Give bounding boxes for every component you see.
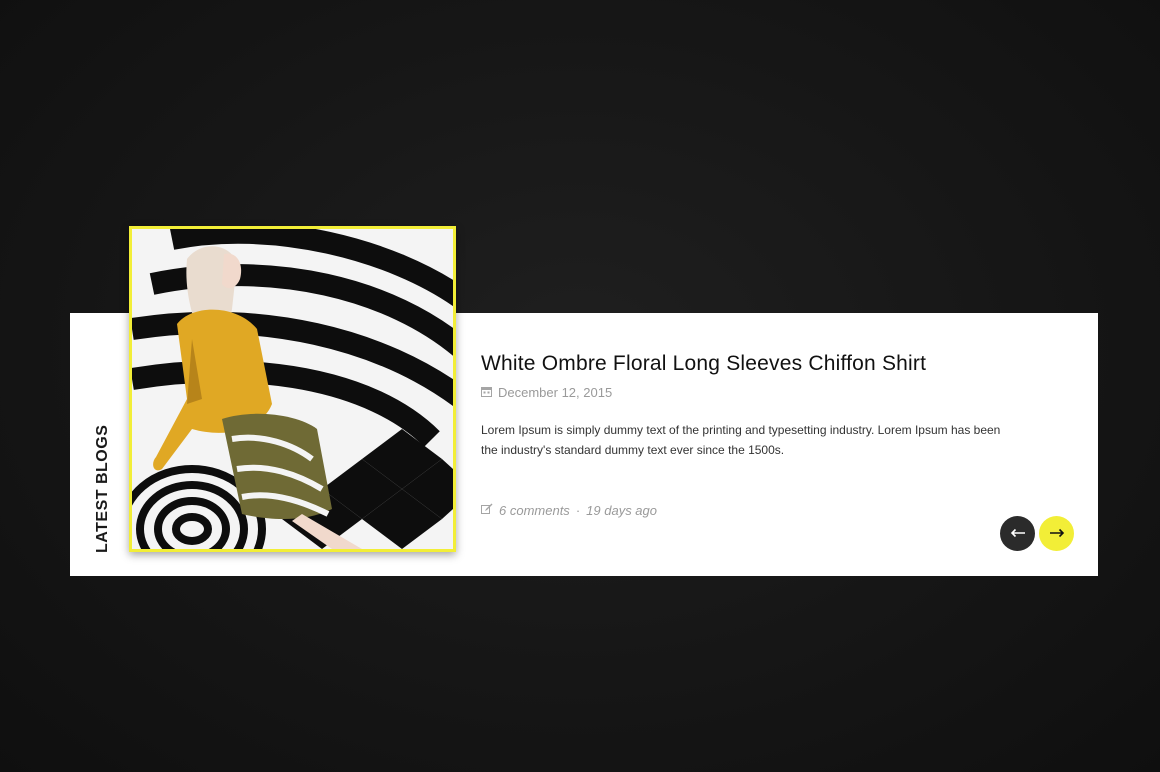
post-excerpt: Lorem Ipsum is simply dummy text of the … <box>481 423 1001 457</box>
edit-icon <box>481 503 493 518</box>
prev-button[interactable] <box>1000 516 1035 551</box>
post-photo <box>132 229 453 549</box>
post-age: 19 days ago <box>586 503 657 518</box>
post-meta: 6 comments · 19 days ago <box>481 503 657 518</box>
post-date: December 12, 2015 <box>481 385 612 400</box>
section-title: Latest Blogs <box>94 424 111 553</box>
post-date-text: December 12, 2015 <box>498 385 613 400</box>
post-image[interactable] <box>129 226 456 552</box>
comments-link[interactable]: 6 comments <box>499 503 570 518</box>
arrow-right-icon <box>1049 525 1065 543</box>
next-button[interactable] <box>1039 516 1074 551</box>
post-title[interactable]: White Ombre Floral Long Sleeves Chiffon … <box>481 352 926 376</box>
arrow-left-icon <box>1010 525 1026 543</box>
meta-separator: · <box>575 503 581 518</box>
calendar-icon <box>481 385 492 400</box>
